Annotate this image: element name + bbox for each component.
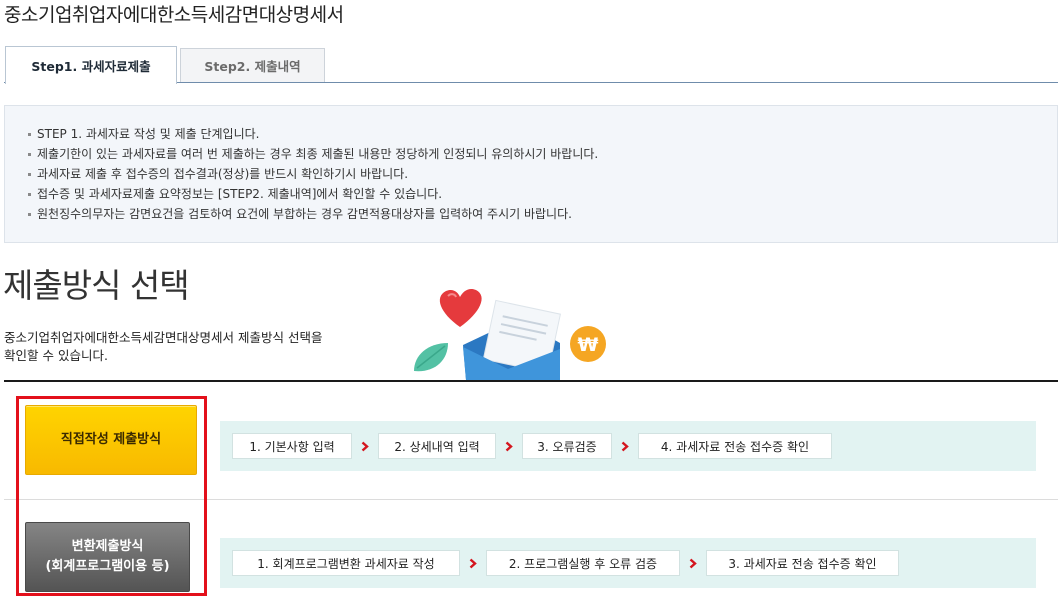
section-description: 중소기업취업자에대한소득세감면대상명세서 제출방식 선택을 확인할 수 있습니다… xyxy=(4,329,322,365)
submission-illustration: ₩ xyxy=(408,283,613,380)
step-item: 1. 회계프로그램변환 과세자료 작성 xyxy=(232,550,460,576)
section-divider xyxy=(4,380,1058,382)
notice-list: STEP 1. 과세자료 작성 및 제출 단계입니다. 제출기한이 있는 과세자… xyxy=(5,106,1057,224)
bullet-icon xyxy=(28,173,31,176)
bullet-icon xyxy=(28,153,31,156)
notice-item: 원천징수의무자는 감면요건을 검토하여 요건에 부합하는 경우 감면적용대상자를… xyxy=(28,204,1057,224)
notice-text: 접수증 및 과세자료제출 요약정보는 [STEP2. 제출내역]에서 확인할 수… xyxy=(37,187,443,201)
notice-text: 과세자료 제출 후 접수증의 접수결과(정상)를 반드시 확인하기시 바랍니다. xyxy=(37,167,409,181)
direct-submit-label: 직접작성 제출방식 xyxy=(60,432,162,447)
tab-step1-submit[interactable]: Step1. 과세자료제출 xyxy=(5,46,177,84)
step-item: 3. 과세자료 전송 접수증 확인 xyxy=(706,550,899,576)
direct-submit-steps: 1. 기본사항 입력 2. 상세내역 입력 3. 오류검증 4. 과세자료 전송… xyxy=(220,421,1036,471)
chevron-right-icon xyxy=(460,550,486,576)
won-coin-icon: ₩ xyxy=(570,326,606,362)
leaf-icon xyxy=(414,343,448,372)
bullet-icon xyxy=(28,133,31,136)
notice-text: 원천징수의무자는 감면요건을 검토하여 요건에 부합하는 경우 감면적용대상자를… xyxy=(37,207,572,221)
illustration-svg: ₩ xyxy=(414,288,606,380)
notice-text: 제출기한이 있는 과세자료를 여러 번 제출하는 경우 최종 제출된 내용만 정… xyxy=(37,147,599,161)
notice-item: 접수증 및 과세자료제출 요약정보는 [STEP2. 제출내역]에서 확인할 수… xyxy=(28,184,1057,204)
section-description-line: 중소기업취업자에대한소득세감면대상명세서 제출방식 선택을 xyxy=(4,330,323,345)
convert-submit-button[interactable]: 변환제출방식 (회계프로그램이용 등) xyxy=(25,522,190,592)
section-heading: 제출방식 선택 xyxy=(3,266,190,305)
heart-icon xyxy=(439,288,482,327)
page-title: 중소기업취업자에대한소득세감면대상명세서 xyxy=(4,4,344,26)
envelope-icon xyxy=(463,299,561,380)
step-item: 4. 과세자료 전송 접수증 확인 xyxy=(638,433,832,459)
notice-item: 과세자료 제출 후 접수증의 접수결과(정상)를 반드시 확인하기시 바랍니다. xyxy=(28,164,1057,184)
notice-item: 제출기한이 있는 과세자료를 여러 번 제출하는 경우 최종 제출된 내용만 정… xyxy=(28,144,1057,164)
tab-step2-history[interactable]: Step2. 제출내역 xyxy=(180,48,325,82)
bullet-icon xyxy=(28,193,31,196)
notice-text: STEP 1. 과세자료 작성 및 제출 단계입니다. xyxy=(37,127,260,141)
section-description-line: 확인할 수 있습니다. xyxy=(4,348,108,363)
row-divider xyxy=(4,499,1058,500)
step-item: 2. 상세내역 입력 xyxy=(378,433,496,459)
step-item: 2. 프로그램실행 후 오류 검증 xyxy=(486,550,680,576)
direct-submit-button[interactable]: 직접작성 제출방식 xyxy=(25,405,197,475)
chevron-right-icon xyxy=(612,433,638,459)
bullet-icon xyxy=(28,213,31,216)
won-symbol: ₩ xyxy=(578,334,599,356)
convert-submit-sublabel: (회계프로그램이용 등) xyxy=(45,559,170,574)
chevron-right-icon xyxy=(352,433,378,459)
convert-submit-steps: 1. 회계프로그램변환 과세자료 작성 2. 프로그램실행 후 오류 검증 3.… xyxy=(220,538,1036,588)
chevron-right-icon xyxy=(680,550,706,576)
chevron-right-icon xyxy=(496,433,522,459)
convert-submit-label: 변환제출방식 xyxy=(71,539,144,554)
notice-item: STEP 1. 과세자료 작성 및 제출 단계입니다. xyxy=(28,124,1057,144)
step-item: 3. 오류검증 xyxy=(522,433,612,459)
notice-box: STEP 1. 과세자료 작성 및 제출 단계입니다. 제출기한이 있는 과세자… xyxy=(4,105,1058,243)
step-item: 1. 기본사항 입력 xyxy=(232,433,352,459)
